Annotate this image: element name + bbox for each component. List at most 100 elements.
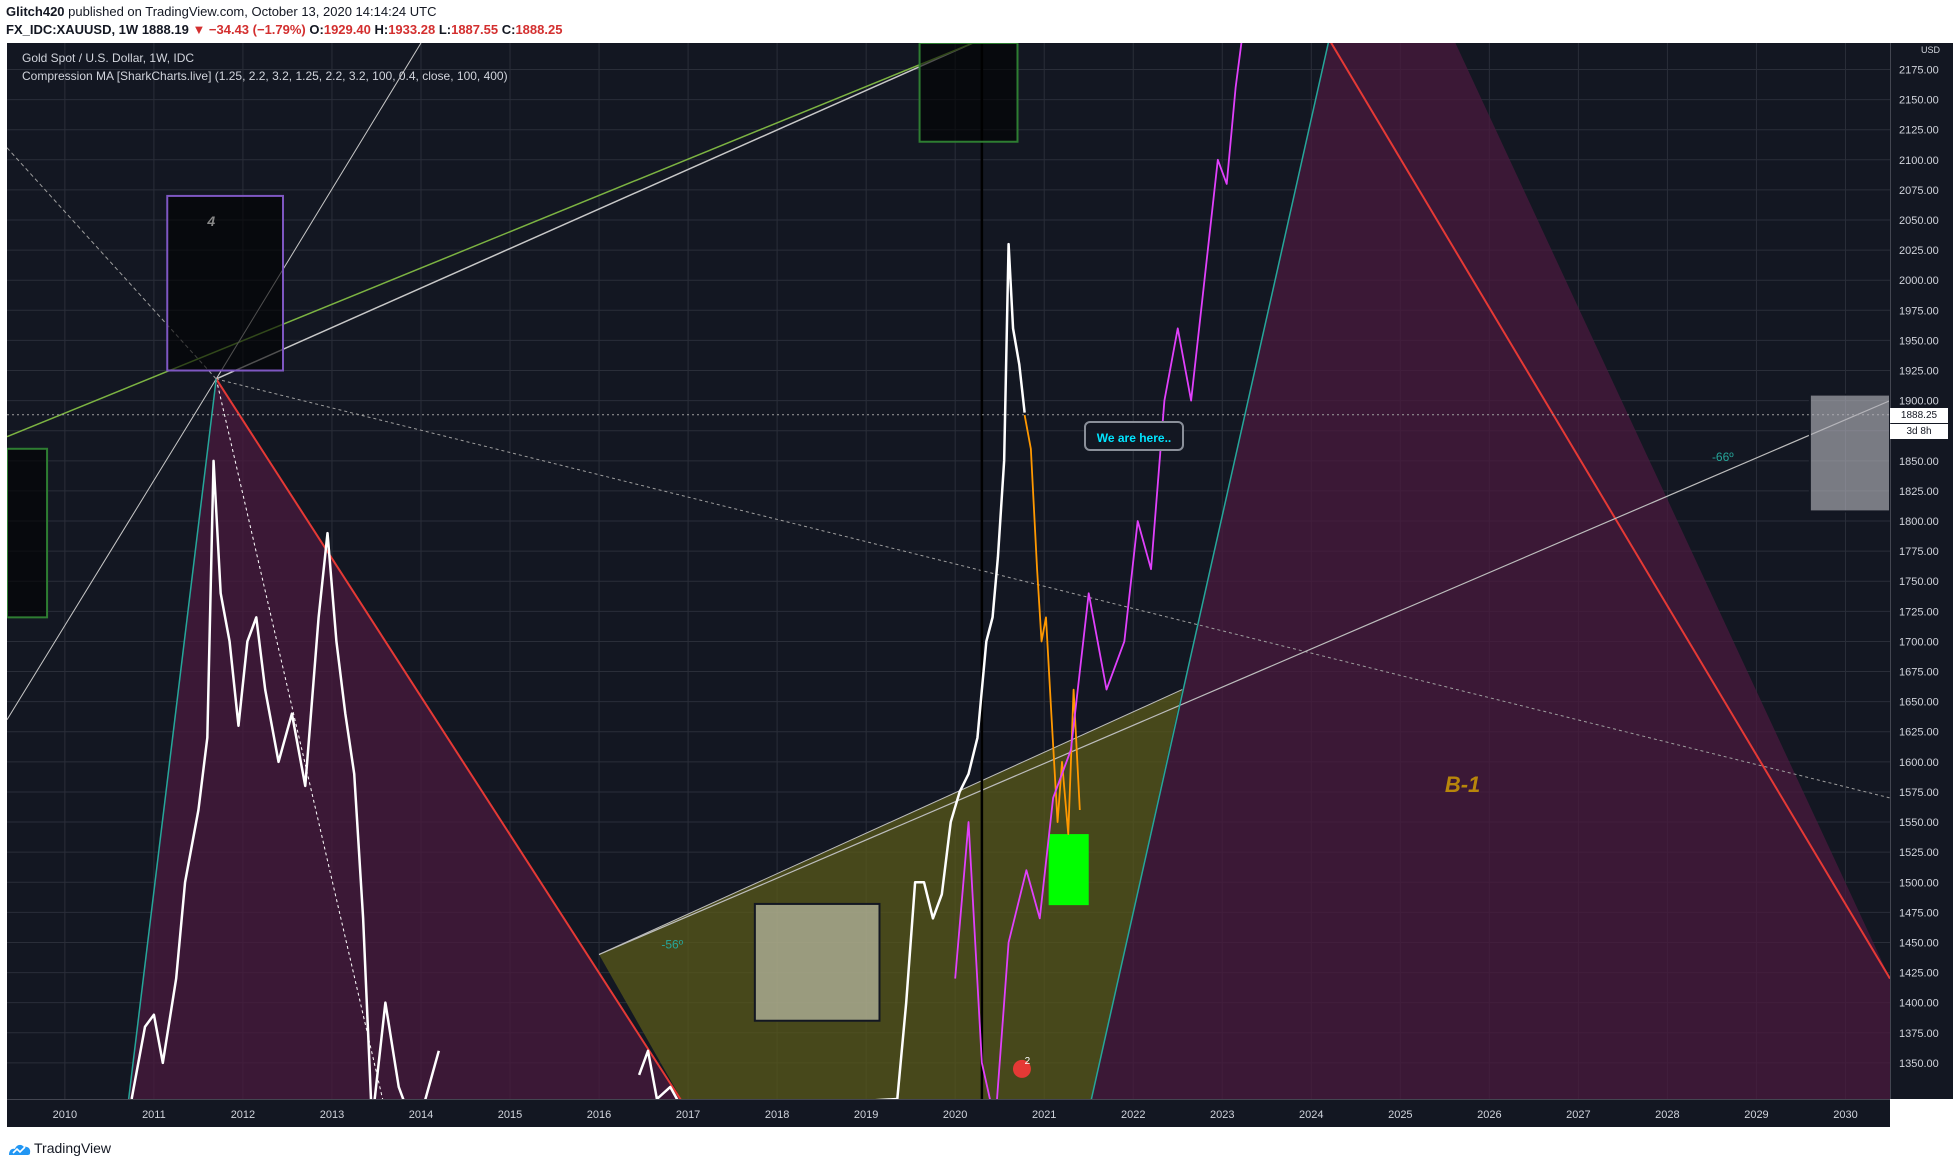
- price-tick-label: 1650.00: [1899, 697, 1939, 709]
- price-tick-label: 2050.00: [1899, 215, 1939, 227]
- time-tick-label: 2025: [1388, 1109, 1412, 1121]
- price-tick-label: 1450.00: [1899, 937, 1939, 949]
- header-bar: Glitch420 published on TradingView.com, …: [0, 0, 1953, 40]
- price-tick-label: 1400.00: [1899, 998, 1939, 1010]
- fan-line-up: [215, 42, 974, 380]
- price-tick-label: 1625.00: [1899, 727, 1939, 739]
- currency-label: USD: [1921, 45, 1941, 55]
- time-tick-label: 2024: [1299, 1109, 1323, 1121]
- symbol-label: FX_IDC:XAUUSD, 1W: [6, 22, 139, 37]
- b1-label: B-1: [1445, 772, 1480, 797]
- price-tick-label: 1850.00: [1899, 456, 1939, 468]
- publisher-name[interactable]: Glitch420: [6, 4, 65, 19]
- price-tick-label: 2075.00: [1899, 185, 1939, 197]
- price-tick-label: 1900.00: [1899, 396, 1939, 408]
- price-tick-label: 1700.00: [1899, 636, 1939, 648]
- footer-bar: TradingView: [0, 1133, 1953, 1165]
- zone-triangle-b1: [1088, 39, 1890, 1112]
- price-tick-label: 1975.00: [1899, 305, 1939, 317]
- open-label: O:: [309, 22, 324, 37]
- price-tick-label: 1750.00: [1899, 576, 1939, 588]
- price-scale[interactable]: 1350.00 1375.00 1400.00 1425.00 1450.00 1475.…: [1890, 43, 1953, 1099]
- time-tick-label: 2022: [1121, 1109, 1145, 1121]
- price-tick-label: 1950.00: [1899, 335, 1939, 347]
- open-value: 1929.40: [323, 22, 371, 37]
- price-tick-label: 1775.00: [1899, 546, 1939, 558]
- zone-triangle-left: [127, 378, 689, 1112]
- price-tick-label: 1800.00: [1899, 516, 1939, 528]
- fan-line-green: [6, 42, 974, 438]
- time-scale-svg: 2010 2011 2012 2013 2014 2015 2016 2017 2018 2019…: [53, 1109, 1858, 1121]
- price-tick-label: 1475.00: [1899, 907, 1939, 919]
- tradingview-logo-icon[interactable]: [6, 1141, 32, 1157]
- close-label: C:: [501, 22, 516, 37]
- close-value: 1888.25: [515, 22, 563, 37]
- publisher-line: Glitch420 published on TradingView.com, …: [6, 4, 436, 19]
- zone-olive-wedge: [599, 689, 1183, 1112]
- price-tick-label: 1500.00: [1899, 877, 1939, 889]
- time-tick-label: 2019: [854, 1109, 878, 1121]
- box-purple: [166, 194, 284, 372]
- price-tick-label: 1825.00: [1899, 486, 1939, 498]
- price-tick-label: 2125.00: [1899, 125, 1939, 137]
- box-grey-right: [1808, 393, 1891, 513]
- price-tick-label: 1525.00: [1899, 847, 1939, 859]
- price-tick-label: 1600.00: [1899, 757, 1939, 769]
- price-tick-label: 1550.00: [1899, 817, 1939, 829]
- we-are-here-callout: We are here..: [1084, 421, 1184, 451]
- price-tick-label: 2000.00: [1899, 275, 1939, 287]
- low-value: 1887.55: [451, 22, 499, 37]
- box-green-top: [918, 42, 1019, 143]
- chart-svg[interactable]: B-1 -56º -66º 4 2: [6, 38, 1891, 1125]
- price-scale-svg: 1350.00 1375.00 1400.00 1425.00 1450.00 1475.…: [1899, 45, 1941, 1070]
- price-change: ▼ −34.43 (−1.79%): [192, 22, 306, 37]
- price-tick-label: 2100.00: [1899, 155, 1939, 167]
- chart-title: Gold Spot / U.S. Dollar, 1W, IDC: [22, 51, 195, 65]
- box-label-4: 4: [206, 213, 215, 229]
- high-label: H:: [374, 22, 389, 37]
- time-tick-label: 2015: [498, 1109, 522, 1121]
- high-value: 1933.28: [388, 22, 436, 37]
- time-tick-label: 2030: [1833, 1109, 1857, 1121]
- published-text: published on TradingView.com, October 13…: [68, 4, 437, 19]
- price-tick-label: 1925.00: [1899, 366, 1939, 378]
- time-tick-label: 2029: [1744, 1109, 1768, 1121]
- time-tick-label: 2027: [1566, 1109, 1590, 1121]
- price-tick-label: 1675.00: [1899, 667, 1939, 679]
- time-tick-label: 2018: [765, 1109, 789, 1121]
- time-tick-label: 2011: [142, 1109, 166, 1121]
- price-tick-label: 2025.00: [1899, 245, 1939, 257]
- time-tick-label: 2020: [943, 1109, 967, 1121]
- time-tick-label: 2014: [409, 1109, 433, 1121]
- bar-countdown-tag: 3d 8h: [1890, 423, 1948, 439]
- box-green-left: [6, 447, 49, 619]
- price-tick-label: 1375.00: [1899, 1028, 1939, 1040]
- time-tick-label: 2017: [676, 1109, 700, 1121]
- time-tick-label: 2028: [1655, 1109, 1679, 1121]
- angle-label-right: -66º: [1712, 450, 1734, 464]
- price-tick-label: 2150.00: [1899, 95, 1939, 107]
- time-tick-label: 2021: [1032, 1109, 1056, 1121]
- time-tick-label: 2013: [320, 1109, 344, 1121]
- low-label: L:: [438, 22, 452, 37]
- price-tick-label: 2175.00: [1899, 64, 1939, 76]
- price-tick-label: 1725.00: [1899, 606, 1939, 618]
- box-bright-green: [1048, 834, 1089, 906]
- idea-badge-count: 2: [1025, 1056, 1031, 1067]
- tradingview-brand[interactable]: TradingView: [34, 1140, 111, 1156]
- time-tick-label: 2012: [231, 1109, 255, 1121]
- current-price-tag: 1888.25: [1890, 407, 1948, 423]
- time-scale[interactable]: 2010 2011 2012 2013 2014 2015 2016 2017 2018 2019…: [7, 1099, 1890, 1127]
- last-price: 1888.19: [141, 22, 189, 37]
- time-tick-label: 2010: [53, 1109, 77, 1121]
- chart-area[interactable]: B-1 -56º -66º 4 2 Gold Spot / U.S. Dollar, 1…: [6, 38, 1891, 1125]
- price-tick-label: 1425.00: [1899, 968, 1939, 980]
- box-grey-mid: [753, 902, 881, 1022]
- ohlc-line: FX_IDC:XAUUSD, 1W 1888.19 ▼ −34.43 (−1.7…: [6, 22, 562, 37]
- indicator-legend[interactable]: Compression MA [SharkCharts.live] (1.25,…: [22, 69, 508, 83]
- price-tick-label: 1350.00: [1899, 1058, 1939, 1070]
- time-tick-label: 2023: [1210, 1109, 1234, 1121]
- angle-label-left: -56º: [661, 937, 683, 951]
- price-tick-label: 1575.00: [1899, 787, 1939, 799]
- time-tick-label: 2016: [587, 1109, 611, 1121]
